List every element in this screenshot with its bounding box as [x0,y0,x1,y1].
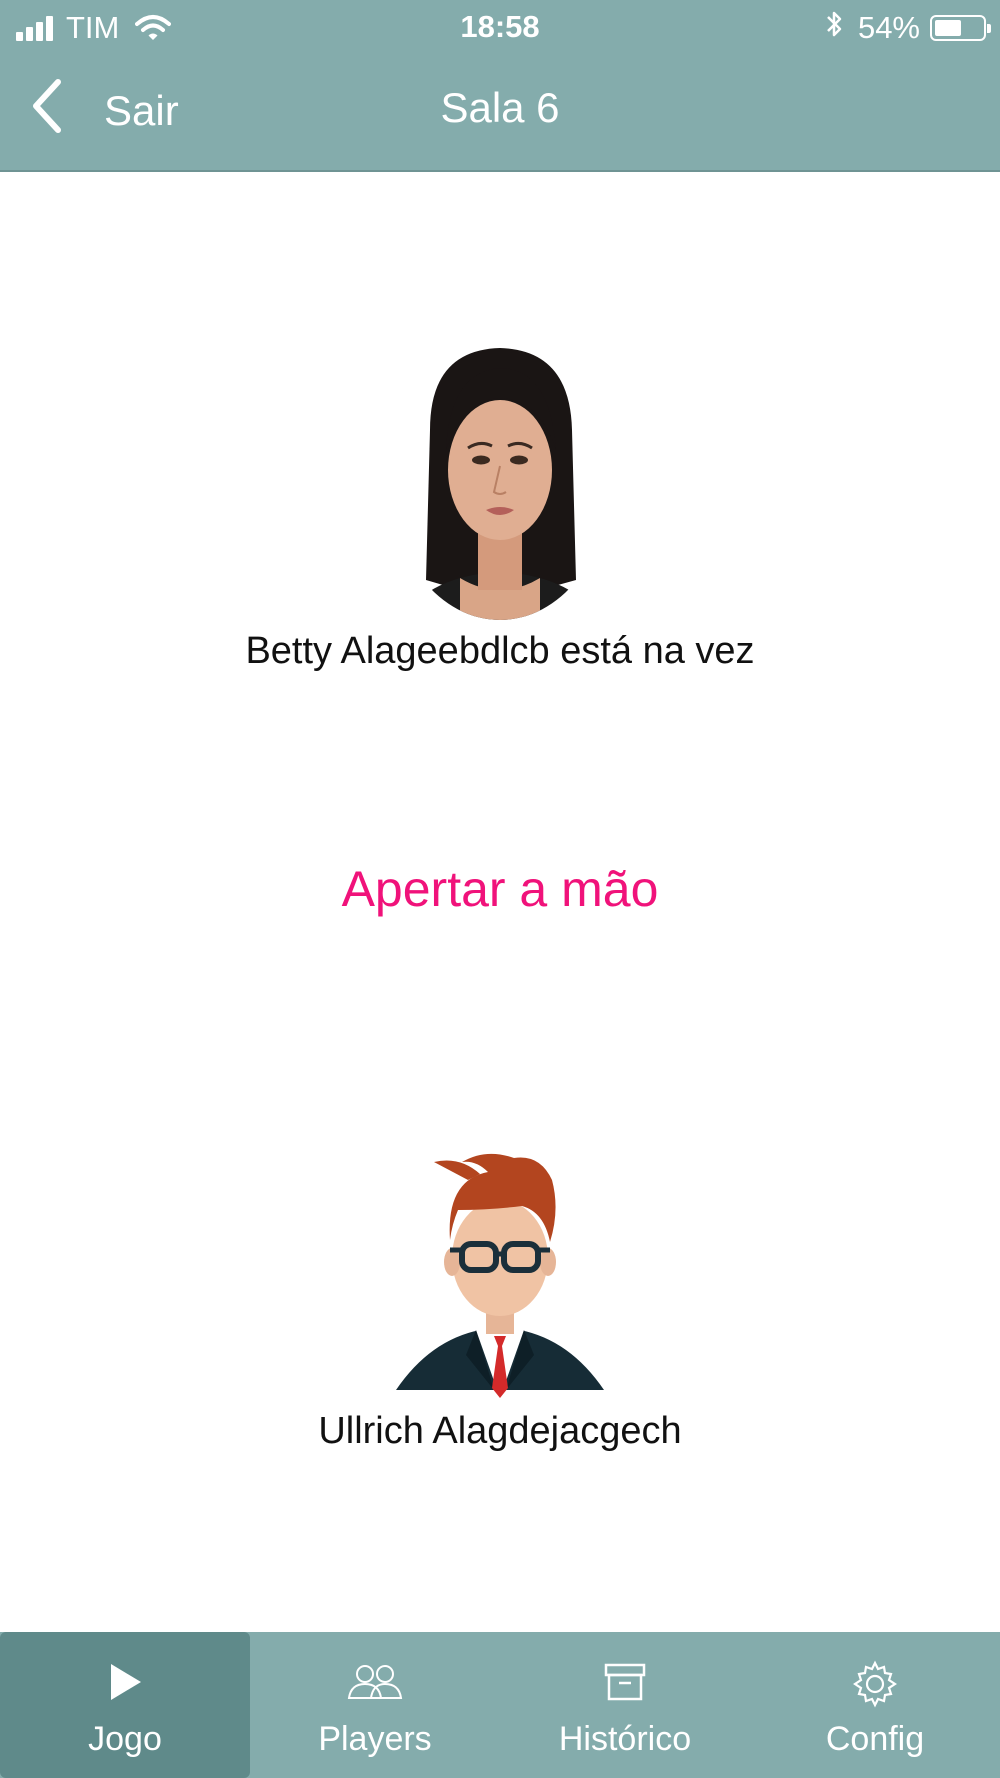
tab-bar: Jogo Players Histórico Config [0,1632,1000,1778]
page-title: Sala 6 [440,84,560,131]
tab-label: Jogo [88,1720,162,1758]
female-avatar [390,340,610,620]
tab-label: Players [318,1720,432,1758]
battery-icon [930,15,991,41]
tab-jogo[interactable]: Jogo [0,1632,250,1778]
bluetooth-icon [824,9,844,47]
shake-hands-button[interactable]: Apertar a mão [0,860,1000,918]
male-avatar [396,1153,604,1398]
top-bar: TIM 18:58 54% Sair Sala 6 [0,0,1000,172]
tab-label: Histórico [558,1720,692,1758]
status-right: 54% [824,9,991,47]
current-player-label: Betty Alageebdlcb está na vez [245,630,755,672]
game-room-screen: TIM 18:58 54% Sair Sala 6 Betty Alageebd… [0,0,1000,1778]
tab-label: Config [825,1720,925,1758]
current-player-card: Betty Alageebdlcb está na vez [0,340,1000,673]
opponent-player-label: Ullrich Alagdejacgech [318,1410,682,1452]
status-bar: TIM 18:58 54% [0,0,1000,56]
battery-percentage: 54% [857,10,920,45]
play-icon [0,1660,250,1704]
archive-box-icon [500,1660,750,1704]
navigation-bar: Sair Sala 6 [0,56,1000,168]
tab-players[interactable]: Players [250,1632,500,1778]
gear-icon [750,1660,1000,1708]
tab-historico[interactable]: Histórico [500,1632,750,1778]
opponent-player-card: Ullrich Alagdejacgech [0,1140,1000,1453]
tab-config[interactable]: Config [750,1632,1000,1778]
people-icon [250,1660,500,1704]
